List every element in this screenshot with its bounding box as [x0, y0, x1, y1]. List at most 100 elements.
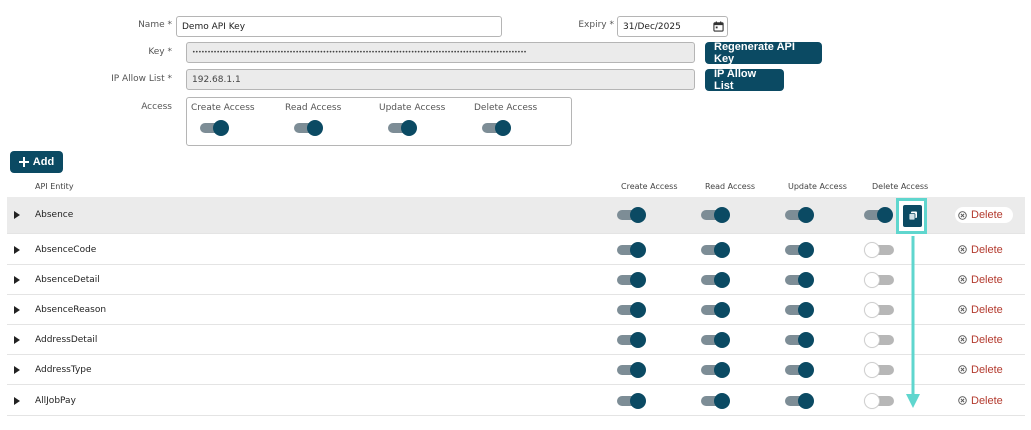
- delete-row-button[interactable]: Delete: [958, 362, 1003, 378]
- delete-access-toggle[interactable]: [864, 271, 894, 288]
- header-read-access: Read Access: [705, 182, 756, 191]
- name-label: Name *: [138, 20, 172, 30]
- delete-access-toggle[interactable]: [864, 207, 894, 223]
- circle-x-icon: [958, 275, 967, 284]
- table-row: Absence Delete: [7, 197, 1025, 234]
- table-row: AbsenceDetail Delete: [7, 265, 1025, 295]
- entity-name: AbsenceReason: [35, 304, 107, 315]
- update-access-toggle[interactable]: [785, 361, 815, 378]
- caret-right-icon[interactable]: [14, 305, 20, 314]
- header-delete-access: Delete Access: [872, 182, 929, 191]
- caret-right-icon[interactable]: [14, 396, 20, 405]
- update-access-toggle[interactable]: [785, 271, 815, 288]
- expiry-date-input[interactable]: 31/Dec/2025: [617, 16, 728, 37]
- delete-access-toggle[interactable]: [864, 361, 894, 378]
- caret-right-icon[interactable]: [14, 275, 20, 284]
- circle-x-icon: [958, 210, 967, 220]
- ip-allow-list-input[interactable]: 192.68.1.1: [186, 69, 695, 90]
- entity-name: AbsenceCode: [35, 244, 97, 255]
- entity-name: AbsenceDetail: [35, 274, 100, 285]
- create-access-toggle[interactable]: [617, 331, 647, 348]
- create-access-toggle[interactable]: [617, 361, 647, 378]
- regenerate-api-key-button[interactable]: Regenerate API Key: [705, 41, 822, 65]
- table-row: AddressType Delete: [7, 355, 1025, 385]
- circle-x-icon: [958, 245, 967, 254]
- delete-label: Delete: [971, 333, 1003, 346]
- delete-label: Delete: [971, 303, 1003, 316]
- delete-access-toggle[interactable]: [864, 301, 894, 318]
- delete-label: Delete: [971, 209, 1003, 221]
- delete-label: Delete: [971, 273, 1003, 286]
- read-access-toggle[interactable]: [701, 207, 731, 223]
- table-row: AddressDetail Delete: [7, 325, 1025, 355]
- delete-row-button[interactable]: Delete: [958, 272, 1003, 288]
- update-access-toggle[interactable]: [785, 331, 815, 348]
- create-access-label: Create Access: [191, 103, 255, 113]
- circle-x-icon: [958, 305, 967, 314]
- update-access-toggle[interactable]: [785, 241, 815, 258]
- ip-allow-list-button[interactable]: IP Allow List: [705, 68, 784, 92]
- calendar-icon[interactable]: [713, 21, 724, 32]
- create-access-toggle[interactable]: [617, 392, 647, 409]
- circle-x-icon: [958, 365, 967, 374]
- header-update-access: Update Access: [788, 182, 847, 191]
- create-access-toggle[interactable]: [200, 120, 230, 136]
- circle-x-icon: [958, 335, 967, 344]
- table-row: AbsenceReason Delete: [7, 295, 1025, 325]
- access-group: Create Access Read Access Update Access …: [186, 97, 572, 146]
- delete-row-button[interactable]: Delete: [955, 207, 1013, 223]
- caret-right-icon[interactable]: [14, 365, 20, 374]
- delete-row-button[interactable]: Delete: [958, 332, 1003, 348]
- create-access-toggle[interactable]: [617, 301, 647, 318]
- create-access-toggle[interactable]: [617, 207, 647, 223]
- read-access-toggle[interactable]: [701, 331, 731, 348]
- create-access-toggle[interactable]: [617, 241, 647, 258]
- add-button[interactable]: Add: [10, 151, 63, 173]
- copy-button[interactable]: [903, 205, 922, 227]
- key-label: Key *: [148, 47, 172, 57]
- read-access-toggle[interactable]: [701, 361, 731, 378]
- update-access-toggle[interactable]: [785, 207, 815, 223]
- entity-name: AddressDetail: [35, 334, 98, 345]
- ip-allow-list-label: IP Allow List *: [111, 74, 172, 84]
- header-create-access: Create Access: [621, 182, 678, 191]
- delete-row-button[interactable]: Delete: [958, 393, 1003, 409]
- delete-row-button[interactable]: Delete: [958, 302, 1003, 318]
- name-input[interactable]: Demo API Key: [176, 16, 502, 37]
- create-access-toggle[interactable]: [617, 271, 647, 288]
- add-label: Add: [32, 156, 55, 168]
- read-access-label: Read Access: [285, 103, 342, 113]
- expiry-value: 31/Dec/2025: [623, 21, 681, 32]
- delete-access-toggle[interactable]: [864, 241, 894, 258]
- entity-name: AddressType: [35, 364, 92, 375]
- update-access-toggle[interactable]: [785, 392, 815, 409]
- read-access-toggle[interactable]: [701, 271, 731, 288]
- delete-access-toggle[interactable]: [864, 331, 894, 348]
- table-row: AllJobPay Delete: [7, 386, 1025, 416]
- read-access-toggle[interactable]: [701, 241, 731, 258]
- delete-access-toggle[interactable]: [864, 392, 894, 409]
- header-api-entity: API Entity: [35, 182, 74, 191]
- update-access-toggle[interactable]: [388, 120, 418, 136]
- delete-label: Delete: [971, 394, 1003, 407]
- update-access-label: Update Access: [379, 103, 446, 113]
- expiry-label: Expiry *: [578, 20, 614, 30]
- caret-right-icon[interactable]: [14, 335, 20, 344]
- update-access-toggle[interactable]: [785, 301, 815, 318]
- plus-icon: [18, 157, 29, 167]
- delete-row-button[interactable]: Delete: [958, 242, 1003, 258]
- caret-right-icon[interactable]: [14, 245, 20, 254]
- read-access-toggle[interactable]: [701, 301, 731, 318]
- read-access-toggle[interactable]: [294, 120, 324, 136]
- entity-name: AllJobPay: [35, 395, 76, 406]
- caret-right-icon[interactable]: [14, 211, 20, 219]
- read-access-toggle[interactable]: [701, 392, 731, 409]
- copy-icon: [908, 211, 917, 221]
- highlight-box: [896, 198, 927, 234]
- circle-x-icon: [958, 396, 967, 405]
- key-input[interactable]: ••••••••••••••••••••••••••••••••••••••••…: [186, 42, 695, 63]
- delete-access-label: Delete Access: [474, 103, 538, 113]
- access-label: Access: [141, 102, 172, 112]
- delete-access-toggle[interactable]: [482, 120, 512, 136]
- delete-label: Delete: [971, 243, 1003, 256]
